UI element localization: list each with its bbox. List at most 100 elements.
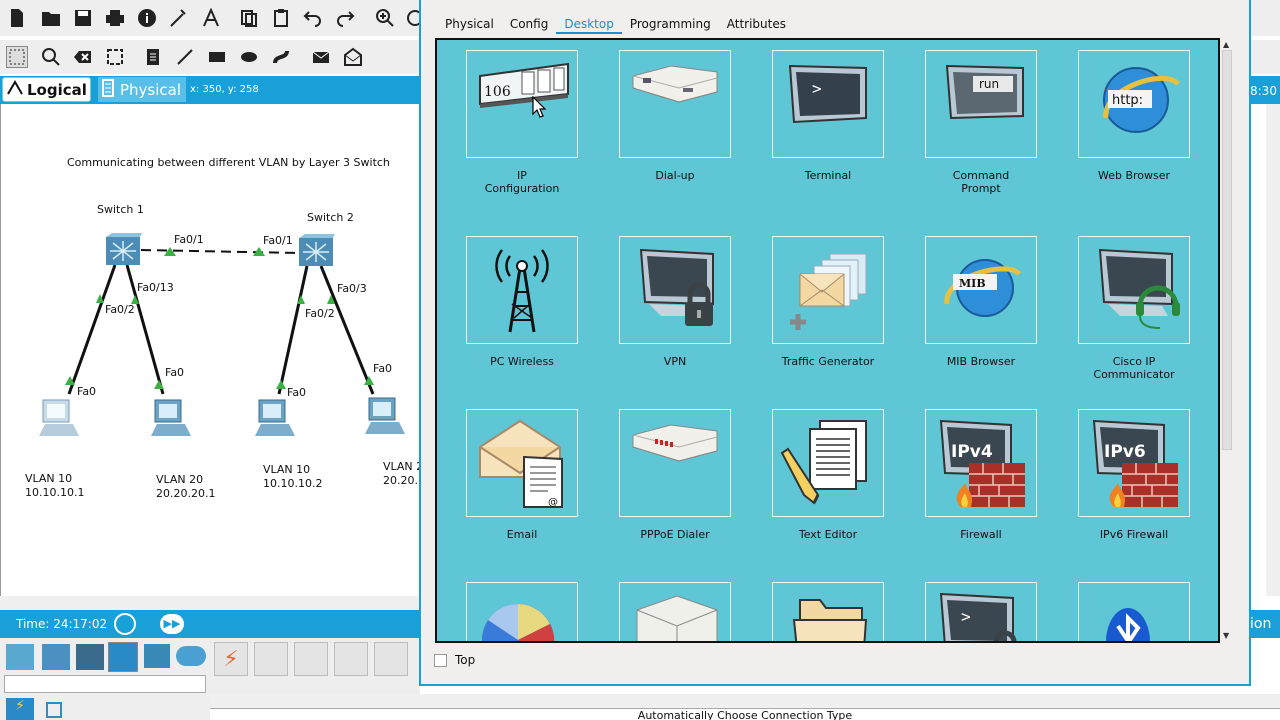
grid-icon[interactable] <box>46 702 62 718</box>
copy-icon[interactable] <box>238 7 260 29</box>
note-icon[interactable] <box>142 46 164 68</box>
physical-icon <box>102 78 114 101</box>
workspace-horizontal-scrollbar[interactable] <box>0 596 420 610</box>
end-devices-icon[interactable] <box>42 644 70 670</box>
pppoe-dialer-icon <box>632 424 718 462</box>
straight-through-cable-icon[interactable] <box>294 642 328 676</box>
inspect-icon[interactable] <box>40 46 62 68</box>
email-icon: @ <box>479 419 563 508</box>
svg-text:IPv6: IPv6 <box>1104 442 1146 462</box>
tab-desktop[interactable]: Desktop <box>556 14 622 34</box>
pppoe-dialer-app[interactable]: PPPoE Dialer <box>619 409 731 541</box>
bluetooth-icon <box>1106 608 1150 641</box>
traffic-generator-icon <box>790 253 867 330</box>
folder-icon <box>792 599 868 641</box>
new-file-icon[interactable] <box>6 7 28 29</box>
terminal-app[interactable]: > Terminal <box>772 50 884 182</box>
network-devices-icon[interactable] <box>6 644 34 670</box>
draw-line-icon[interactable] <box>174 46 196 68</box>
fast-forward-icon[interactable]: ▶▶ <box>160 614 184 634</box>
pie-chart-app[interactable] <box>466 582 578 641</box>
mib-browser-icon: MIB <box>944 259 1022 317</box>
dial-up-app[interactable]: Dial-up <box>619 50 731 182</box>
resize-icon[interactable] <box>104 46 126 68</box>
desktop-scroll-thumb[interactable] <box>1222 50 1232 450</box>
fiber-cable-icon[interactable] <box>374 642 408 676</box>
topology-title: Communicating between different VLAN by … <box>67 156 390 169</box>
dial-up-modem-icon <box>632 65 718 103</box>
app-label: MIB Browser <box>946 355 1016 368</box>
port-label: Fa0/2 <box>305 307 335 320</box>
draw-rectangle-icon[interactable] <box>206 46 228 68</box>
console-cable-icon[interactable] <box>254 642 288 676</box>
firewall-app[interactable]: IPv4 Firewall <box>925 409 1037 541</box>
file-manager-app[interactable] <box>772 582 884 641</box>
sdk-app[interactable] <box>619 582 731 641</box>
connections-icon[interactable] <box>108 642 138 672</box>
physical-workspace-tab[interactable]: Physical <box>98 77 186 102</box>
text-editor-app[interactable]: Text Editor <box>772 409 884 541</box>
open-folder-icon[interactable] <box>40 7 62 29</box>
pc-icon[interactable] <box>363 396 409 441</box>
add-simple-pdu-icon[interactable] <box>310 46 332 68</box>
scroll-down-arrow-icon[interactable]: ▼ <box>1223 631 1229 640</box>
ipv6-firewall-app[interactable]: IPv6 IPv6 Firewall <box>1078 409 1190 541</box>
pc-wireless-app[interactable]: PC Wireless <box>466 236 578 368</box>
redo-icon[interactable] <box>334 7 356 29</box>
multiuser-icon[interactable] <box>176 646 206 666</box>
zoom-in-icon[interactable] <box>374 7 396 29</box>
switch-2-icon[interactable] <box>297 234 335 273</box>
tab-attributes[interactable]: Attributes <box>719 14 794 34</box>
mib-browser-app[interactable]: MIB MIB Browser <box>925 236 1037 368</box>
components-icon[interactable] <box>76 644 104 670</box>
traffic-generator-app[interactable]: Traffic Generator <box>772 236 884 368</box>
crossover-cable-icon[interactable] <box>334 642 368 676</box>
power-cycle-icon[interactable] <box>114 613 136 635</box>
ip-configuration-app[interactable]: 106 IP Configuration <box>466 50 578 195</box>
realtime-mode-label[interactable]: ion <box>1250 610 1280 638</box>
main-vertical-scrollbar[interactable] <box>1266 104 1280 596</box>
tab-physical[interactable]: Physical <box>437 14 502 34</box>
select-icon[interactable] <box>6 46 28 68</box>
draw-ellipse-icon[interactable] <box>238 46 260 68</box>
always-on-top-checkbox[interactable] <box>434 653 447 667</box>
delete-icon[interactable] <box>72 46 94 68</box>
svg-text:MIB: MIB <box>959 277 986 290</box>
print-icon[interactable] <box>104 7 126 29</box>
network-wizard-icon[interactable] <box>168 7 190 29</box>
port-label: Fa0/13 <box>137 281 174 294</box>
command-prompt-icon: run <box>945 64 1024 120</box>
terminal-lock-app[interactable]: > <box>925 582 1037 641</box>
save-icon[interactable] <box>72 7 94 29</box>
paste-icon[interactable] <box>270 7 292 29</box>
main-bottom-scrollbar[interactable] <box>210 694 1280 708</box>
misc-icon[interactable] <box>144 644 170 668</box>
undo-icon[interactable] <box>302 7 324 29</box>
terminal-icon: > <box>788 64 867 124</box>
tab-programming[interactable]: Programming <box>622 14 719 34</box>
add-complex-pdu-icon[interactable] <box>342 46 364 68</box>
device-search-input[interactable] <box>4 675 206 693</box>
app-label: Command Prompt <box>952 169 1010 195</box>
pc-icon[interactable] <box>37 398 83 443</box>
email-app[interactable]: @ Email <box>466 409 578 541</box>
freeform-icon[interactable] <box>270 46 292 68</box>
auto-connection-icon[interactable]: ⚡ <box>214 642 248 676</box>
vpn-app[interactable]: VPN <box>619 236 731 368</box>
pc-icon[interactable] <box>149 398 195 443</box>
tab-config[interactable]: Config <box>502 14 557 34</box>
cisco-ip-communicator-app[interactable]: Cisco IP Communicator <box>1078 236 1190 381</box>
port-label: Fa0 <box>165 366 185 379</box>
lightning-selected-icon[interactable]: ⚡ <box>6 698 34 720</box>
switch-1-icon[interactable] <box>104 233 142 272</box>
bluetooth-app[interactable] <box>1078 582 1190 641</box>
simulation-time: Time: 24:17:02 <box>16 617 108 631</box>
scroll-up-arrow-icon[interactable]: ▲ <box>1223 40 1229 49</box>
logical-workspace[interactable]: Communicating between different VLAN by … <box>0 104 423 596</box>
activity-wizard-icon[interactable] <box>200 7 222 29</box>
web-browser-app[interactable]: http: Web Browser <box>1078 50 1190 182</box>
command-prompt-app[interactable]: run Command Prompt <box>925 50 1037 195</box>
logical-workspace-tab[interactable]: Logical <box>2 77 91 102</box>
info-icon[interactable] <box>136 7 158 29</box>
pc-icon[interactable] <box>253 398 299 443</box>
